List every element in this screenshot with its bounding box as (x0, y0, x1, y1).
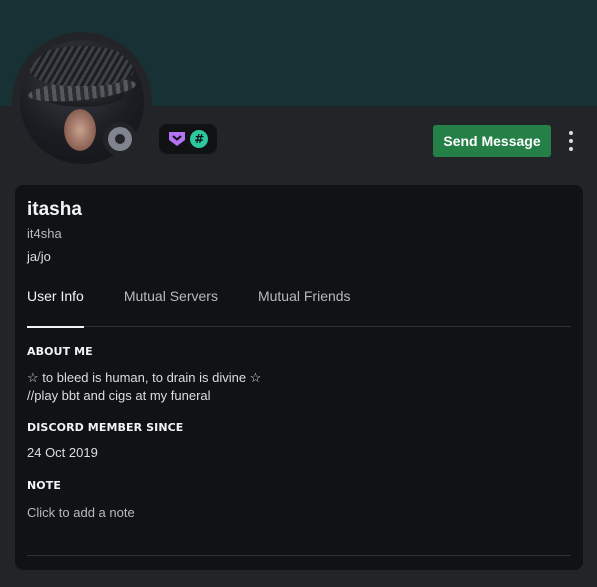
send-message-button[interactable]: Send Message (433, 125, 551, 157)
pronouns: ja/jo (27, 249, 51, 264)
divider (27, 555, 571, 556)
profile-tabs: User Info Mutual Servers Mutual Friends (27, 281, 571, 328)
about-me-line: //play bbt and cigs at my funeral (27, 388, 211, 403)
note-heading: NOTE (27, 479, 61, 492)
tab-mutual-friends[interactable]: Mutual Friends (258, 281, 351, 327)
status-indicator (103, 122, 137, 156)
member-since-heading: DISCORD MEMBER SINCE (27, 421, 184, 434)
about-me-text: ☆ to bleed is human, to drain is divine … (27, 369, 261, 405)
about-me-heading: ABOUT ME (27, 345, 93, 358)
note-input[interactable] (27, 501, 571, 523)
nitro-badge-icon[interactable] (168, 130, 186, 148)
display-name: itasha (27, 199, 82, 220)
badge-list: # (159, 124, 217, 154)
about-me-line: ☆ to bleed is human, to drain is divine … (27, 370, 262, 385)
profile-card: itasha it4sha ja/jo User Info Mutual Ser… (15, 185, 583, 570)
tab-mutual-servers[interactable]: Mutual Servers (124, 281, 218, 327)
username[interactable]: it4sha (27, 226, 62, 241)
member-since-date: 24 Oct 2019 (27, 445, 98, 460)
more-options-icon[interactable] (562, 128, 580, 154)
hash-badge-icon[interactable]: # (190, 130, 209, 148)
tab-user-info[interactable]: User Info (27, 281, 84, 328)
offline-status-icon (108, 127, 132, 151)
